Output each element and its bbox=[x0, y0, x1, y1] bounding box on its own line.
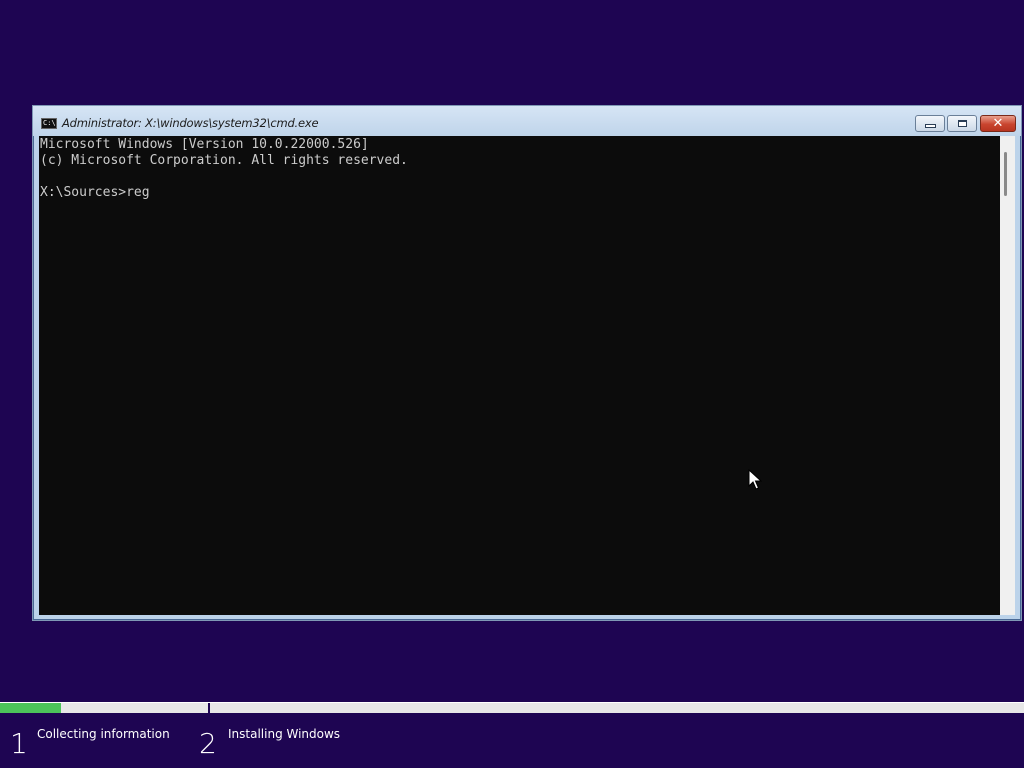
console-command-line[interactable]: X:\Sources>reg bbox=[40, 185, 150, 200]
step-label: Collecting information bbox=[37, 727, 170, 741]
window-title: Administrator: X:\windows\system32\cmd.e… bbox=[62, 116, 319, 130]
step-label: Installing Windows bbox=[228, 727, 341, 741]
cmd-icon: C:\ bbox=[41, 118, 57, 129]
step-number: 1 bbox=[10, 727, 28, 760]
close-icon: ✕ bbox=[992, 116, 1004, 131]
scrollbar-thumb[interactable] bbox=[1004, 152, 1007, 196]
console-line: (c) Microsoft Corporation. All rights re… bbox=[40, 153, 408, 168]
command-prompt-window[interactable]: C:\ Administrator: X:\windows\system32\c… bbox=[32, 105, 1022, 621]
setup-progress-fill bbox=[0, 703, 62, 713]
vertical-scrollbar[interactable] bbox=[1000, 136, 1015, 615]
setup-progress-bar bbox=[0, 702, 1024, 713]
minimize-button[interactable] bbox=[915, 115, 945, 132]
step-divider bbox=[208, 703, 210, 713]
mouse-pointer-icon bbox=[748, 469, 762, 490]
setup-desktop: C:\ Administrator: X:\windows\system32\c… bbox=[0, 0, 1024, 768]
maximize-icon bbox=[957, 120, 967, 127]
window-titlebar[interactable]: C:\ Administrator: X:\windows\system32\c… bbox=[33, 106, 1021, 136]
console-output[interactable]: Microsoft Windows [Version 10.0.22000.52… bbox=[39, 136, 1000, 615]
step-number: 2 bbox=[199, 727, 217, 760]
cmd-icon-label: C:\ bbox=[43, 119, 56, 127]
maximize-button[interactable] bbox=[947, 115, 977, 132]
console-line: Microsoft Windows [Version 10.0.22000.52… bbox=[40, 137, 369, 152]
minimize-icon bbox=[924, 123, 936, 128]
close-button[interactable]: ✕ bbox=[980, 115, 1016, 132]
